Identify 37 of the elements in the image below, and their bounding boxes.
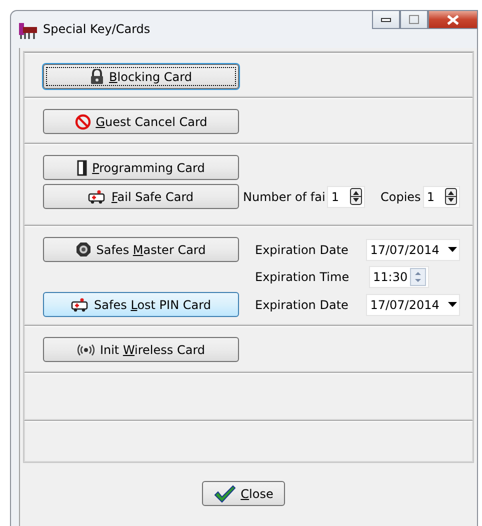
- card-button[interactable]: Guest Cancel Card: [43, 109, 239, 134]
- date-picker-field[interactable]: 17/07/2014: [366, 238, 460, 260]
- field-label: Expiration Time: [255, 270, 350, 284]
- field-label: Expiration Date: [255, 298, 350, 312]
- minimize-icon: [381, 18, 391, 22]
- card-button[interactable]: Blocking Card: [43, 64, 239, 89]
- field-label: Expiration Date: [255, 242, 350, 256]
- number-spin-field[interactable]: 1: [422, 186, 460, 208]
- field-label: Copies: [380, 190, 421, 204]
- close-window-button[interactable]: [428, 10, 478, 29]
- minimize-button[interactable]: [372, 10, 400, 29]
- close-icon: [447, 14, 459, 24]
- card-button[interactable]: Fail Safe Card: [43, 184, 239, 209]
- safe-dial-icon: [76, 242, 92, 257]
- date-picker-field[interactable]: 17/07/2014: [366, 294, 460, 316]
- wireless-icon: [76, 344, 95, 356]
- number-spin-field[interactable]: 1: [327, 186, 364, 208]
- spin-arrows-icon[interactable]: [350, 188, 362, 205]
- forbidden-icon: [74, 114, 91, 130]
- maximize-icon: [409, 15, 419, 24]
- close-button[interactable]: Close: [202, 481, 285, 506]
- card-button[interactable]: Safes Master Card: [43, 237, 239, 262]
- ambulance-icon: [71, 298, 90, 312]
- spin-arrows-icon[interactable]: [445, 188, 457, 205]
- dropdown-arrow-icon[interactable]: [448, 302, 457, 307]
- ambulance-icon: [88, 190, 106, 204]
- card-button[interactable]: Programming Card: [43, 155, 239, 180]
- dropdown-arrow-icon[interactable]: [448, 247, 457, 252]
- window-title: Special Key/Cards: [43, 22, 150, 36]
- app-icon: [19, 23, 37, 39]
- checkmark-icon: [214, 484, 236, 502]
- time-spin-field[interactable]: 11:30: [369, 266, 429, 288]
- card-button[interactable]: Safes Lost PIN Card: [43, 292, 239, 317]
- card-icon: [77, 160, 88, 176]
- padlock-icon: [90, 69, 104, 84]
- field-label: Number of fai: [243, 190, 326, 204]
- card-button[interactable]: Init Wireless Card: [43, 337, 239, 362]
